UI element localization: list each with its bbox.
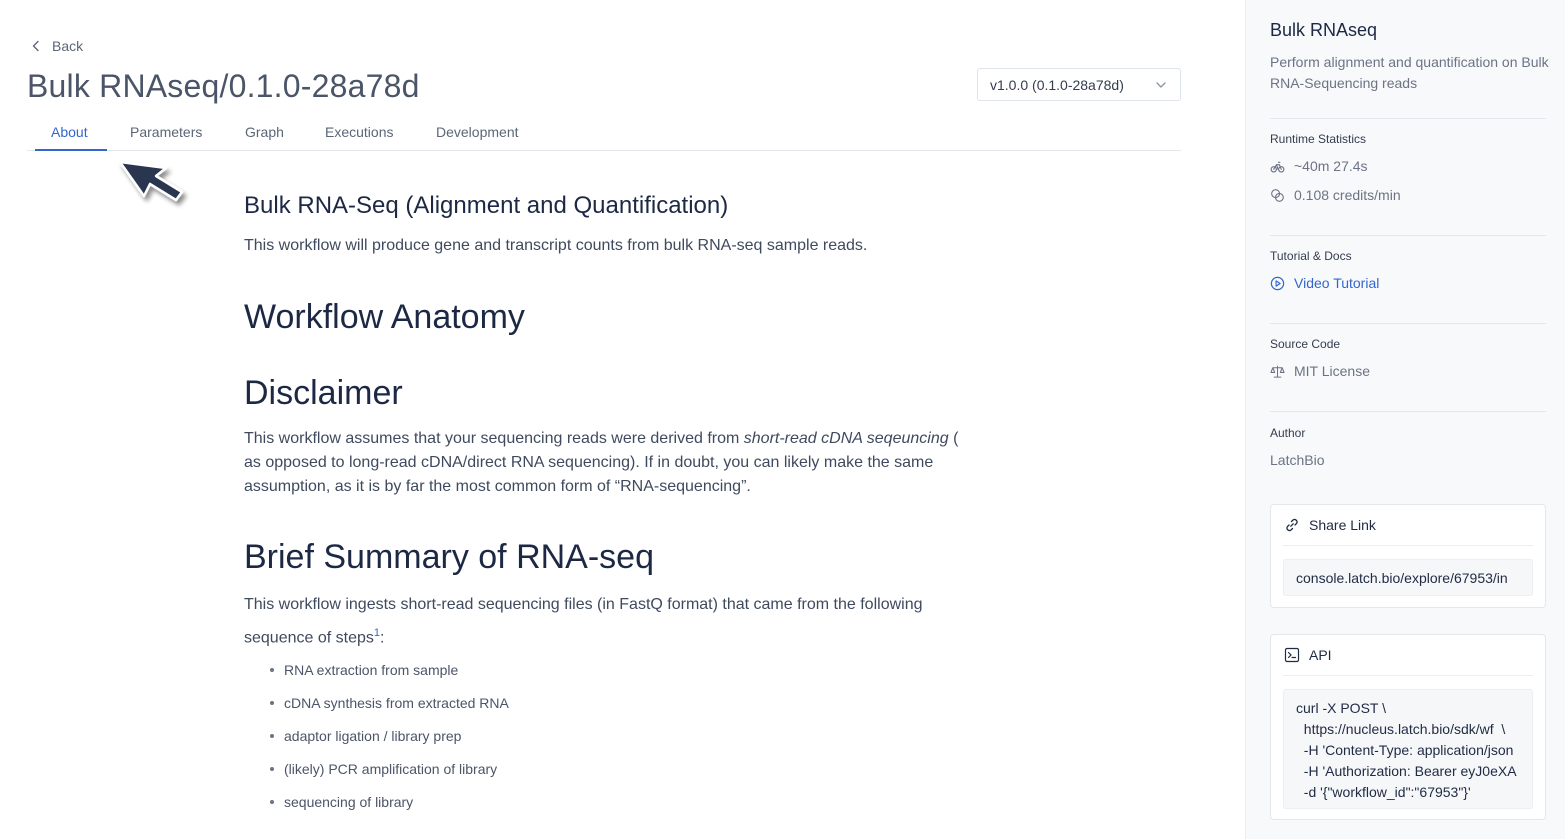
runtime-credits: 0.108 credits/min xyxy=(1270,187,1401,203)
back-button[interactable]: Back xyxy=(30,38,83,54)
code-line: curl -X POST \ xyxy=(1296,700,1386,716)
author-label: Author xyxy=(1270,426,1306,440)
runtime-duration-value: ~40m 27.4s xyxy=(1294,158,1368,174)
tab-bar: About Parameters Graph Executions Develo… xyxy=(27,114,1181,151)
api-title: API xyxy=(1309,647,1332,663)
active-tab-indicator xyxy=(35,149,107,151)
code-line: -d '{"workflow_id":"67953"}' xyxy=(1296,784,1471,800)
divider xyxy=(1270,118,1546,119)
runtime-label: Runtime Statistics xyxy=(1270,132,1367,146)
list-item: RNA extraction from sample xyxy=(270,658,509,691)
version-select-value: v1.0.0 (0.1.0-28a78d) xyxy=(990,76,1124,93)
divider xyxy=(1270,235,1546,236)
main-panel: Back Bulk RNAseq/0.1.0-28a78d v1.0.0 (0.… xyxy=(0,0,1245,839)
chevron-left-icon xyxy=(32,40,39,52)
tab-executions[interactable]: Executions xyxy=(325,124,393,140)
mouse-cursor-icon xyxy=(118,160,184,202)
intro-text: This workflow will produce gene and tran… xyxy=(244,237,868,254)
author-name: LatchBio xyxy=(1270,452,1325,468)
workflow-info-sidebar: Bulk RNAseq Perform alignment and quanti… xyxy=(1245,0,1565,839)
share-url-field[interactable]: console.latch.bio/explore/67953/in xyxy=(1283,559,1533,596)
summary-heading: Brief Summary of RNA-seq xyxy=(244,538,654,576)
list-item: adaptor ligation / library prep xyxy=(270,724,509,757)
disclaimer-text-part1: This workflow assumes that your sequenci… xyxy=(244,430,744,447)
page-title: Bulk RNAseq/0.1.0-28a78d xyxy=(27,68,420,104)
list-item: cDNA synthesis from extracted RNA xyxy=(270,691,509,724)
divider xyxy=(1270,323,1546,324)
play-circle-icon xyxy=(1270,276,1285,290)
anatomy-heading: Workflow Anatomy xyxy=(244,298,525,336)
disclaimer-text: This workflow assumes that your sequenci… xyxy=(244,427,964,499)
version-select[interactable]: v1.0.0 (0.1.0-28a78d) xyxy=(977,68,1181,101)
code-line: -H 'Authorization: Bearer eyJ0eXA xyxy=(1296,763,1517,779)
link-icon xyxy=(1286,518,1298,532)
api-header: API xyxy=(1284,647,1332,663)
sidebar-description: Perform alignment and quantification on … xyxy=(1270,54,1549,91)
license-link[interactable]: MIT License xyxy=(1270,363,1370,379)
summary-text: This workflow ingests short-read sequenc… xyxy=(244,590,944,652)
disclaimer-emphasis: short-read cDNA seqeuncing xyxy=(743,430,949,447)
divider xyxy=(1270,411,1546,412)
divider xyxy=(1283,545,1533,546)
video-tutorial-link[interactable]: Video Tutorial xyxy=(1270,275,1379,291)
code-line: https://nucleus.latch.bio/sdk/wf \ xyxy=(1296,721,1506,737)
chevron-down-icon xyxy=(1156,81,1166,88)
api-code-block[interactable]: curl -X POST \ https://nucleus.latch.bio… xyxy=(1283,689,1533,809)
list-item: (likely) PCR amplification of library xyxy=(270,757,509,790)
terminal-icon xyxy=(1284,647,1300,663)
summary-text-suffix: : xyxy=(380,629,385,647)
code-line: -H 'Content-Type: application/json xyxy=(1296,742,1514,758)
sidebar-title: Bulk RNAseq xyxy=(1270,20,1378,40)
list-item: sequencing of library xyxy=(270,790,509,823)
summary-text-body: This workflow ingests short-read sequenc… xyxy=(244,596,923,647)
share-link-card: Share Link console.latch.bio/explore/679… xyxy=(1270,504,1546,608)
scale-icon xyxy=(1270,365,1285,378)
runtime-credits-value: 0.108 credits/min xyxy=(1294,187,1401,203)
video-tutorial-label: Video Tutorial xyxy=(1294,275,1380,291)
source-label: Source Code xyxy=(1270,337,1341,351)
steps-list: RNA extraction from sample cDNA synthesi… xyxy=(270,658,509,823)
share-link-header: Share Link xyxy=(1284,517,1376,533)
share-link-title: Share Link xyxy=(1309,517,1376,533)
license-label: MIT License xyxy=(1294,363,1370,379)
tab-about[interactable]: About xyxy=(51,124,88,140)
tab-development[interactable]: Development xyxy=(436,124,519,140)
divider xyxy=(1283,675,1533,676)
disclaimer-heading: Disclaimer xyxy=(244,374,403,412)
content-heading: Bulk RNA-Seq (Alignment and Quantificati… xyxy=(244,192,729,219)
runtime-duration: ~40m 27.4s xyxy=(1270,158,1368,174)
coins-icon xyxy=(1271,188,1284,202)
back-label: Back xyxy=(52,38,84,54)
docs-label: Tutorial & Docs xyxy=(1270,249,1352,263)
tab-graph[interactable]: Graph xyxy=(245,124,284,140)
tab-parameters[interactable]: Parameters xyxy=(130,124,202,140)
api-card: API curl -X POST \ https://nucleus.latch… xyxy=(1270,634,1546,820)
bicycle-icon xyxy=(1270,161,1285,172)
